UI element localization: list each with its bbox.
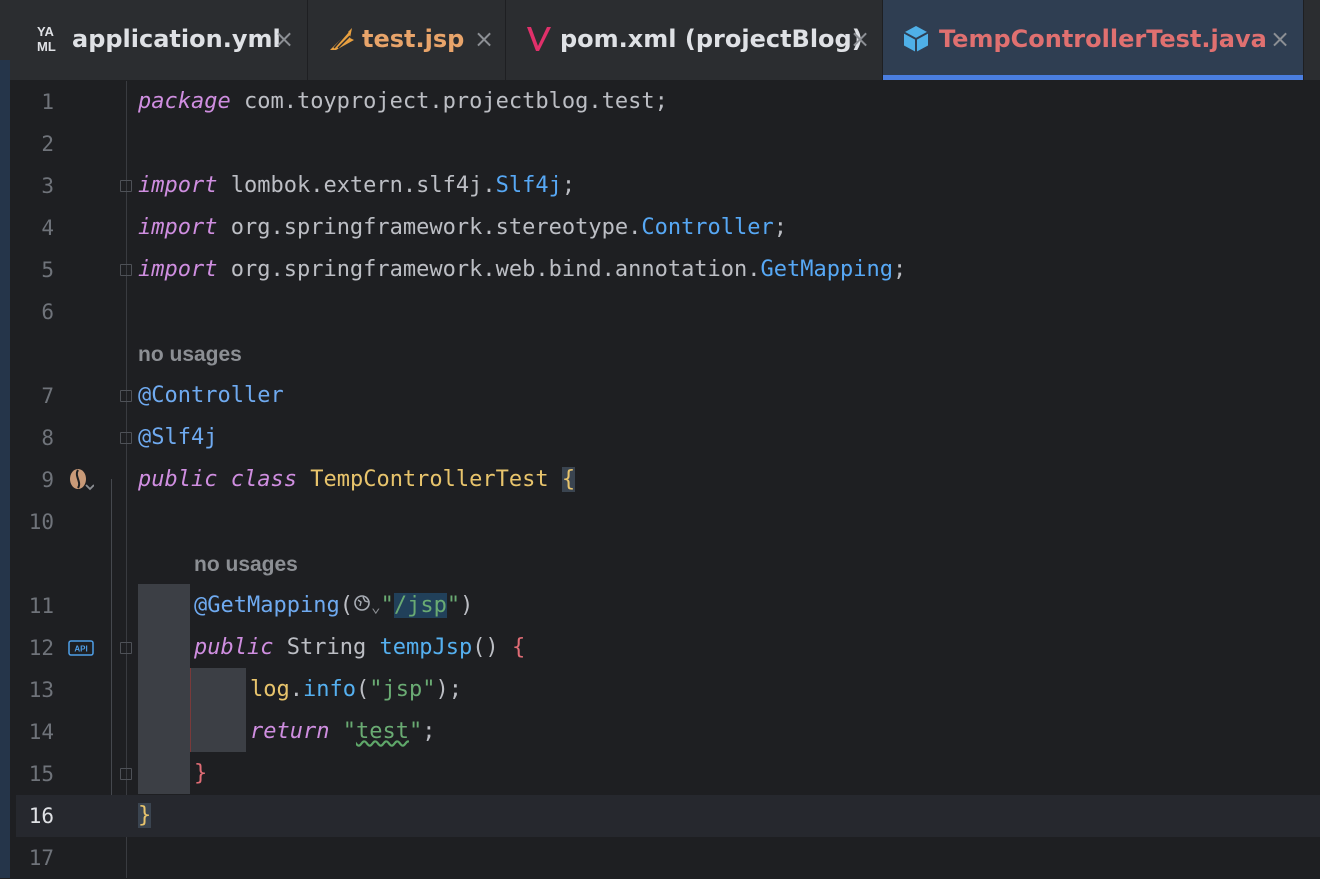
tab-label: application.yml	[72, 25, 281, 53]
yaml-icon: YA ML	[36, 24, 64, 54]
code-line-10[interactable]: 10	[16, 501, 1320, 543]
code-line-4[interactable]: 4 import org.springframework.stereotype.…	[16, 207, 1320, 249]
line-number: 8	[41, 426, 54, 450]
close-icon[interactable]: ×	[1270, 22, 1290, 56]
close-icon[interactable]: ×	[474, 22, 494, 56]
line-number: 15	[28, 762, 54, 786]
code-line-6[interactable]: 6	[16, 291, 1320, 333]
ide-window: YA ML application.yml × test.jsp × pom.x…	[0, 0, 1320, 878]
line-number: 7	[41, 384, 54, 408]
left-accent-strip	[0, 60, 10, 878]
code-line-5[interactable]: 5 import org.springframework.web.bind.an…	[16, 249, 1320, 291]
active-tab-indicator	[883, 75, 1303, 80]
tab-application-yml[interactable]: YA ML application.yml ×	[0, 0, 308, 80]
web-endpoint-icon[interactable]	[353, 585, 371, 627]
code-line-9[interactable]: 9 public class TempControllerTest {	[16, 459, 1320, 501]
code-line-3[interactable]: 3 import lombok.extern.slf4j.Slf4j;	[16, 165, 1320, 207]
line-number: 2	[41, 132, 54, 156]
close-icon[interactable]: ×	[274, 22, 294, 56]
code-text: package com.toyproject.projectblog.test;	[138, 89, 668, 114]
tab-pom-xml[interactable]: pom.xml (projectBlog) ×	[506, 0, 883, 80]
usages-hint[interactable]: no usages	[194, 544, 298, 586]
svg-text:ML: ML	[37, 39, 56, 54]
svg-text:API: API	[74, 645, 87, 654]
fold-icon[interactable]	[120, 180, 132, 192]
code-text: import org.springframework.stereotype.Co…	[138, 215, 788, 240]
fold-icon[interactable]	[120, 390, 132, 402]
code-text: }	[138, 803, 152, 828]
line-number: 6	[41, 300, 54, 324]
fold-icon[interactable]	[120, 768, 132, 780]
code-line-15[interactable]: 15 }	[16, 753, 1320, 795]
line-number: 4	[41, 216, 54, 240]
code-line-17[interactable]: 17	[16, 837, 1320, 879]
code-line-13[interactable]: 13 log.info("jsp");	[16, 669, 1320, 711]
tab-label: test.jsp	[362, 25, 465, 53]
code-line-2[interactable]: 2	[16, 123, 1320, 165]
code-text: log.info("jsp");	[250, 677, 462, 702]
line-number: 13	[28, 678, 54, 702]
line-number: 1	[41, 90, 54, 114]
tab-tempcontrollertest-java[interactable]: TempControllerTest.java ×	[883, 0, 1304, 80]
usages-hint[interactable]: no usages	[138, 334, 242, 376]
code-text: }	[194, 761, 208, 786]
editor-tab-bar: YA ML application.yml × test.jsp × pom.x…	[0, 0, 1320, 81]
jsp-icon	[326, 24, 356, 54]
fold-icon[interactable]	[120, 432, 132, 444]
spring-bean-icon[interactable]	[68, 468, 95, 498]
code-line-8[interactable]: 8 @Slf4j	[16, 417, 1320, 459]
line-number: 14	[28, 720, 54, 744]
line-number: 17	[28, 846, 54, 870]
code-text: return "test";	[250, 719, 436, 744]
fold-icon[interactable]	[120, 264, 132, 276]
tab-label: pom.xml (projectBlog)	[560, 25, 863, 53]
java-class-icon	[901, 24, 931, 54]
line-number: 11	[28, 594, 54, 618]
line-number: 5	[41, 258, 54, 282]
line-number: 3	[41, 174, 54, 198]
code-line-12[interactable]: 12 API public String tempJsp() {	[16, 627, 1320, 669]
code-text: import org.springframework.web.bind.anno…	[138, 257, 907, 282]
api-endpoint-icon[interactable]: API	[68, 640, 94, 660]
code-line-7[interactable]: 7 @Controller	[16, 375, 1320, 417]
code-line-16[interactable]: 16 }	[16, 795, 1320, 837]
code-line-11[interactable]: 11 @GetMapping(⌄"/jsp")	[16, 585, 1320, 627]
code-text: public class TempControllerTest {	[138, 467, 576, 492]
code-text: @GetMapping(⌄"/jsp")	[194, 585, 473, 628]
line-number: 12	[28, 636, 54, 660]
code-text: @Slf4j	[138, 425, 218, 450]
line-number: 9	[41, 468, 54, 492]
code-editor[interactable]: 1 package com.toyproject.projectblog.tes…	[16, 81, 1320, 878]
code-text: @Controller	[138, 383, 284, 408]
code-text: public String tempJsp() {	[194, 635, 526, 660]
code-line-1[interactable]: 1 package com.toyproject.projectblog.tes…	[16, 81, 1320, 123]
line-number: 10	[28, 510, 54, 534]
code-text: import lombok.extern.slf4j.Slf4j;	[138, 173, 576, 198]
close-icon[interactable]: ×	[850, 22, 870, 56]
tab-label: TempControllerTest.java	[939, 25, 1267, 53]
maven-icon	[524, 24, 554, 54]
line-number: 16	[28, 804, 54, 828]
code-line-14[interactable]: 14 return "test";	[16, 711, 1320, 753]
tab-test-jsp[interactable]: test.jsp ×	[308, 0, 506, 80]
fold-icon[interactable]	[120, 642, 132, 654]
svg-text:YA: YA	[37, 24, 54, 39]
